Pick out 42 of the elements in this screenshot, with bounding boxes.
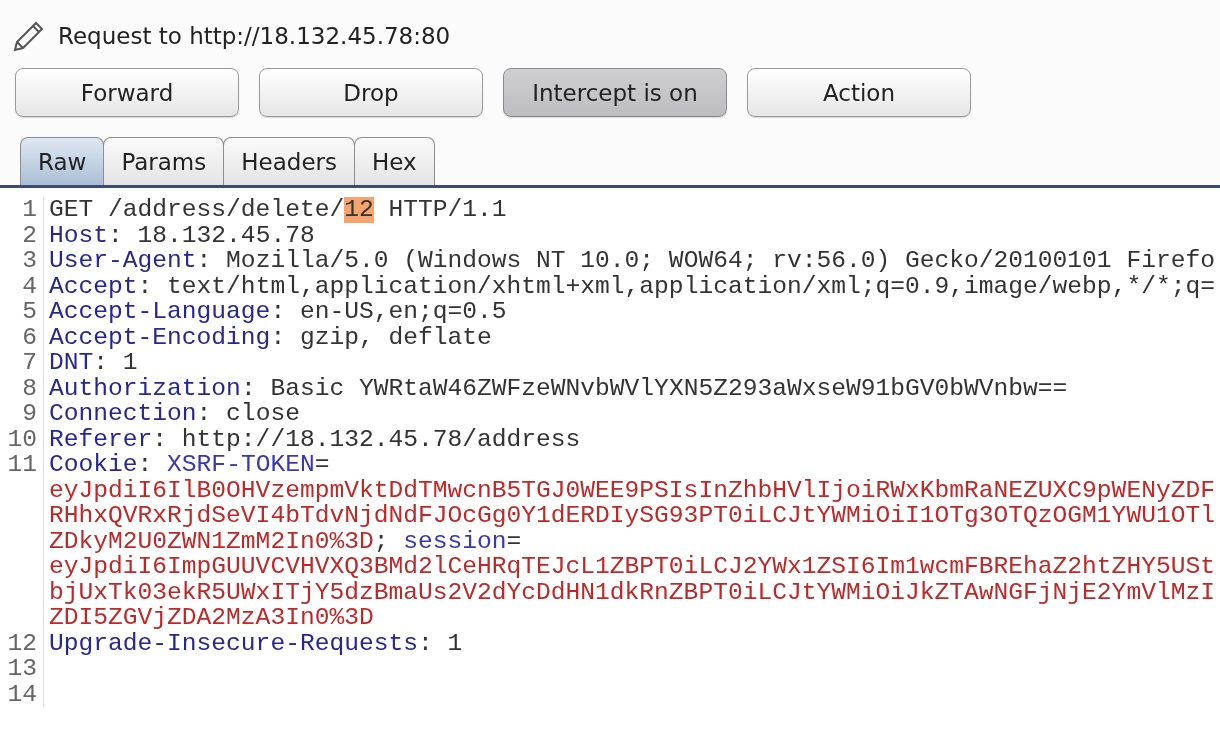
line-number: 2 <box>22 221 37 249</box>
code-line: RHhxQVRxRjdSeVI4bTdvNjdNdFJOcGg0Y1dERDIySG93PT0iLCJtYWMiOiI1OTg3OTQzOGM1YWU1OTl <box>49 502 1215 529</box>
line-number: 5 <box>22 298 37 325</box>
line-number: 11 <box>7 451 37 478</box>
tab[interactable]: Headers <box>223 137 355 185</box>
toolbar-button[interactable]: Forward <box>15 68 239 117</box>
code-line: ZDkyM2U0ZWN1ZmM2In0%3D; session= <box>49 527 522 555</box>
code-line: Authorization: Basic YWRtaW46ZWFzeWNvbWVlYXN5Z293aWxseW91bGV0bWVnbw== <box>49 375 1068 401</box>
code-line: eyJpdiI6ImpGUUVCVHVXQ3BMd2lCeHRqTEJcL1ZBPT0iLCJ2YWx1ZSI6Im1wcmFBREhaZ2htZHY5USt <box>49 553 1215 580</box>
line-number: 8 <box>22 374 37 402</box>
toolbar-button[interactable]: Drop <box>259 68 483 117</box>
code-line: eyJpdiI6IlB0OHVzempmVktDdTMwcnB5TGJ0WEE9PSIsInZhbHVlIjoiRWxKbmRaNEZUXC9pWENyZDF <box>49 476 1215 504</box>
code-line: bjUxTk03ekR5UWxITjY5dzBmaUs2V2dYcDdHN1dkRnZBPT0iLCJtYWMiOiJkZTAwNGFjNjE2YmVlMzI <box>49 578 1215 606</box>
line-number: 1 <box>22 196 37 223</box>
code-line: Referer: http://18.132.45.78/address <box>49 426 581 452</box>
line-number: 10 <box>7 425 37 453</box>
line-number: 13 <box>7 655 37 682</box>
line-number: 14 <box>7 680 37 708</box>
pencil-icon <box>12 19 46 53</box>
code-line: User-Agent: Mozilla/5.0 (Windows NT 10.0; WOW64; rv:56.0) Gecko/20100101 Firefo <box>49 248 1215 274</box>
toolbar-button[interactable]: Action <box>747 68 971 117</box>
code-line: ZDI5ZGVjZDA2MzA3In0%3D <box>49 604 374 631</box>
code-line: Accept-Language: en-US,en;q=0.5 <box>49 299 507 325</box>
code-line: Accept-Encoding: gzip, deflate <box>49 324 492 350</box>
request-title: Request to http://18.132.45.78:80 <box>58 23 451 49</box>
code-line: Host: 18.132.45.78 <box>49 222 315 248</box>
line-number: 12 <box>7 629 37 657</box>
toolbar-button[interactable]: Intercept is on <box>503 68 727 117</box>
code-line: Connection: close <box>49 401 300 427</box>
code-line: Upgrade-Insecure-Requests: 1 <box>49 630 463 656</box>
code-line: DNT: 1 <box>49 350 138 376</box>
code-line: Accept: text/html,application/xhtml+xml,application/xml;q=0.9,image/webp,*/*;q= <box>49 273 1215 299</box>
tab[interactable]: Raw <box>20 137 105 185</box>
line-number: 3 <box>22 247 37 274</box>
line-number: 9 <box>22 400 37 427</box>
code-line: GET /address/delete/12 HTTP/1.1 <box>49 197 507 223</box>
line-number: 4 <box>22 272 37 300</box>
line-number: 6 <box>22 323 37 351</box>
tab[interactable]: Hex <box>354 137 435 185</box>
line-number: 7 <box>22 349 37 376</box>
code-line: Cookie: XSRF-TOKEN= <box>49 452 330 478</box>
tab[interactable]: Params <box>103 137 225 185</box>
